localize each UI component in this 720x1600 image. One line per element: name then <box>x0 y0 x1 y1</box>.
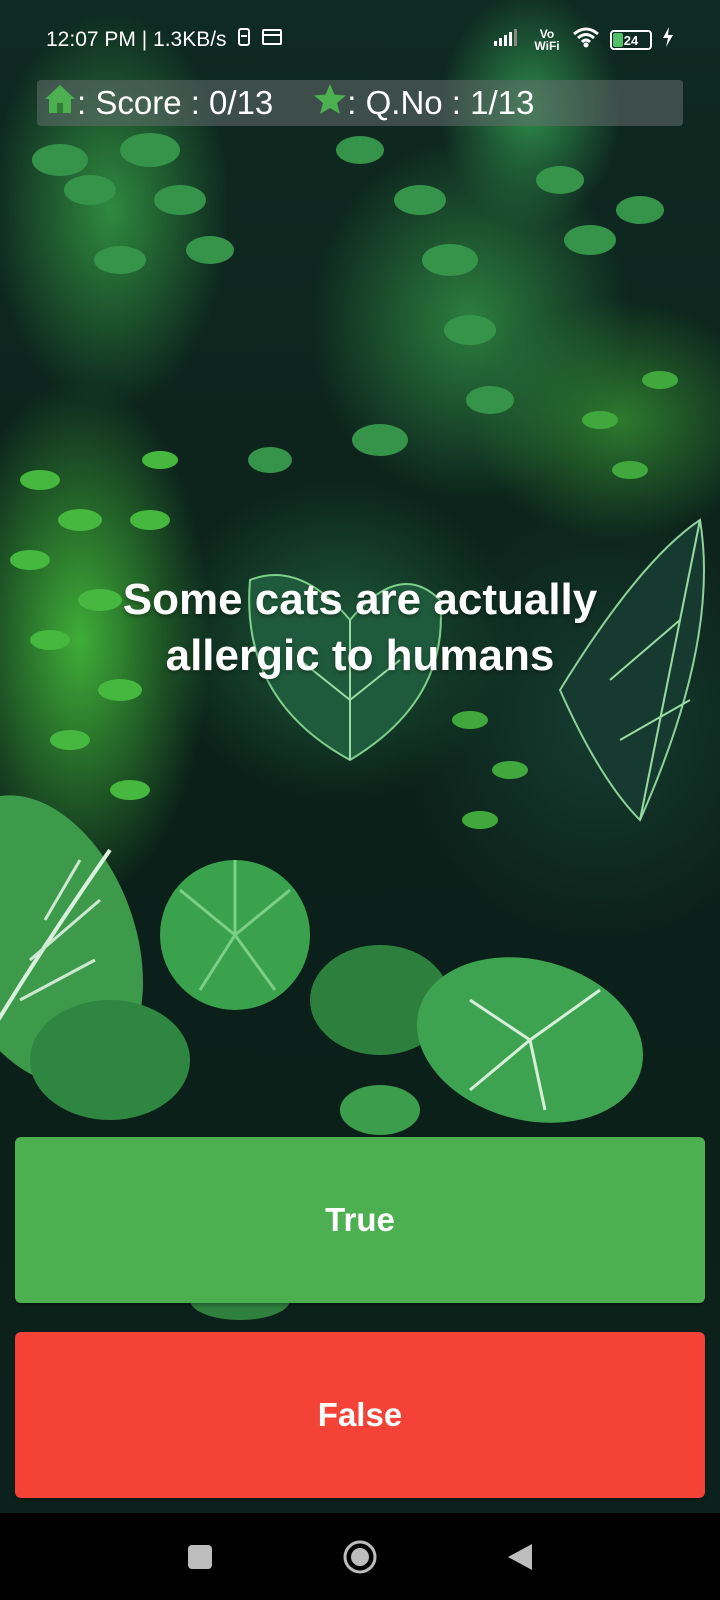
status-time-speed: 12:07 PM | 1.3KB/s <box>46 28 227 51</box>
question-number-item: : Q.No : 1/13 <box>313 83 534 123</box>
wifi-icon <box>572 26 600 54</box>
home-icon <box>43 83 77 123</box>
battery-icon: 24 <box>610 30 652 50</box>
status-left: 12:07 PM | 1.3KB/s <box>46 27 283 53</box>
status-right: Vo WiFi 24 <box>494 26 674 54</box>
back-button[interactable] <box>495 1532 545 1582</box>
navigation-bar <box>0 1513 720 1600</box>
square-recent-icon <box>188 1544 212 1569</box>
star-icon <box>313 83 347 123</box>
circle-home-icon <box>343 1540 377 1573</box>
recent-apps-button[interactable] <box>175 1532 225 1582</box>
vowifi-label: Vo WiFi <box>534 27 560 53</box>
sim-icon <box>237 27 251 53</box>
home-button[interactable] <box>335 1532 385 1582</box>
score-item: : Score : 0/13 <box>43 83 273 123</box>
screen-icon <box>261 28 283 52</box>
charging-icon <box>662 27 674 53</box>
true-button[interactable]: True <box>15 1137 705 1303</box>
status-bar: 12:07 PM | 1.3KB/s Vo WiFi 24 <box>0 0 720 80</box>
signal-bars-icon <box>494 28 522 52</box>
false-button[interactable]: False <box>15 1332 705 1498</box>
question-text: Some cats are actually allergic to human… <box>122 575 598 680</box>
score-label: : Score : 0/13 <box>77 84 274 121</box>
triangle-back-icon <box>508 1543 532 1570</box>
battery-fill <box>613 33 623 47</box>
question-number-label: : Q.No : 1/13 <box>347 84 535 121</box>
score-bar: : Score : 0/13 : Q.No : 1/13 <box>37 80 683 126</box>
battery-level: 24 <box>623 32 639 48</box>
